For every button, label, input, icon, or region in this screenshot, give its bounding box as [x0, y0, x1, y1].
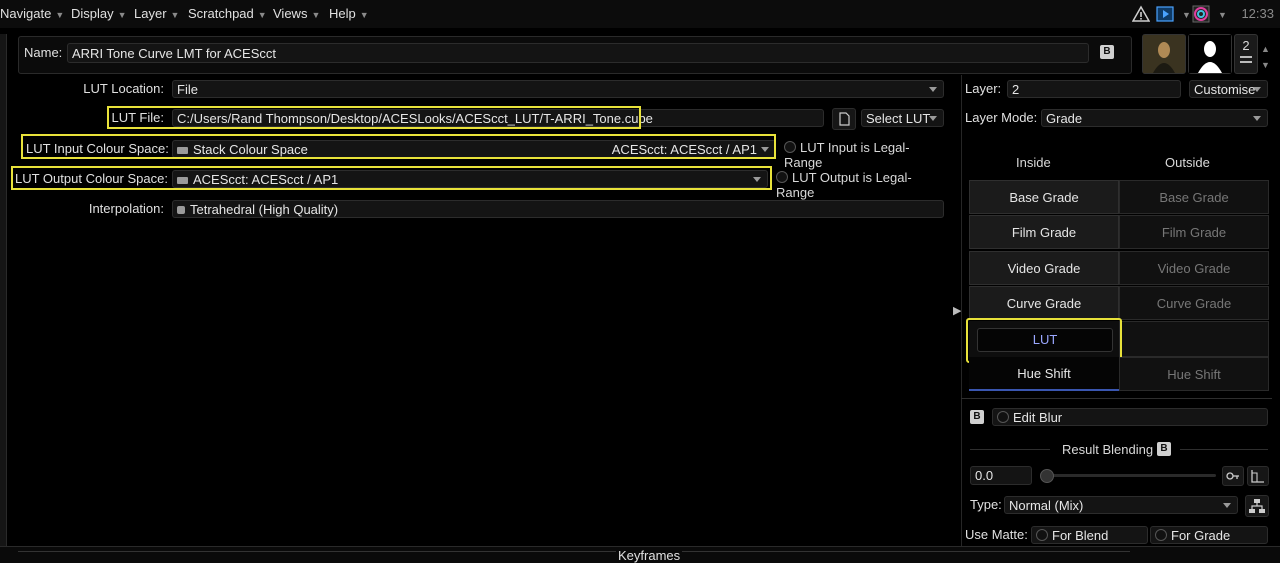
play-monitor-icon[interactable]: [1156, 5, 1174, 23]
thumbnail-mona-lisa[interactable]: [1142, 34, 1186, 74]
blend-value-input[interactable]: 0.0: [970, 466, 1032, 485]
radio-icon: [1036, 529, 1048, 541]
for-grade-toggle[interactable]: For Grade: [1150, 526, 1268, 544]
name-input[interactable]: ARRI Tone Curve LMT for ACEScct: [67, 43, 1089, 63]
interpolation-label: Interpolation:: [88, 201, 164, 216]
menu-navigate[interactable]: Navigate ▼: [0, 6, 64, 21]
type-label: Type:: [970, 497, 1002, 512]
version-count-button[interactable]: 2: [1234, 34, 1258, 74]
thumbnail-scroll-up-icon[interactable]: ▲: [1261, 44, 1270, 54]
use-matte-label: Use Matte:: [965, 527, 1028, 542]
left-edge-handle[interactable]: [0, 34, 7, 554]
outside-base-grade[interactable]: Base Grade: [1119, 180, 1269, 214]
thumbnail-scroll-down-icon[interactable]: ▼: [1261, 60, 1270, 70]
lut-input-legal-range-toggle[interactable]: LUT Input is Legal-Range: [784, 140, 944, 170]
clock: 12:33: [1241, 6, 1274, 21]
select-lut-dropdown[interactable]: Select LUT: [861, 109, 944, 127]
blend-slider-handle[interactable]: [1040, 469, 1054, 483]
lut-input-highlight: [21, 134, 776, 159]
key-button[interactable]: [1222, 466, 1244, 486]
layer-input[interactable]: 2: [1007, 80, 1181, 98]
layer-mode-label: Layer Mode:: [965, 110, 1038, 125]
hierarchy-button[interactable]: [1245, 495, 1269, 517]
divider-left: [970, 449, 1050, 450]
radio-icon: [1155, 529, 1167, 541]
outside-film-grade[interactable]: Film Grade: [1119, 215, 1269, 249]
lut-location-label: LUT Location:: [83, 81, 164, 96]
menu-layer[interactable]: Layer ▼: [134, 6, 179, 21]
inside-header: Inside: [1016, 155, 1051, 170]
layer-mode-dropdown[interactable]: Grade: [1041, 109, 1268, 127]
colour-wheel-icon[interactable]: [1192, 5, 1210, 23]
version-count: 2: [1242, 38, 1250, 53]
customise-dropdown[interactable]: Customise: [1189, 80, 1268, 98]
divider-right: [1180, 449, 1268, 450]
keyframes-bar[interactable]: Keyframes: [0, 546, 1280, 563]
layer-label: Layer:: [965, 81, 1002, 96]
blend-slider-track[interactable]: [1040, 474, 1216, 477]
menu-display[interactable]: Display ▼: [71, 6, 127, 21]
browse-file-button[interactable]: [832, 108, 856, 130]
divider: [961, 398, 1272, 399]
edit-blur-toggle[interactable]: Edit Blur: [992, 408, 1268, 426]
menu-views[interactable]: Views ▼: [273, 6, 320, 21]
lut-output-legal-range-toggle[interactable]: LUT Output is Legal-Range: [776, 170, 946, 200]
menu-scratchpad[interactable]: Scratchpad ▼: [188, 6, 267, 21]
inside-base-grade[interactable]: Base Grade: [969, 180, 1119, 214]
name-label: Name:: [24, 45, 63, 60]
inside-film-grade[interactable]: Film Grade: [969, 215, 1119, 249]
list-lines-icon: [1240, 56, 1252, 63]
inside-video-grade[interactable]: Video Grade: [969, 251, 1119, 285]
edit-blur-b-button[interactable]: B: [970, 410, 984, 424]
result-blending-b-button[interactable]: B: [1157, 442, 1171, 456]
outside-lut[interactable]: [1119, 321, 1269, 357]
for-blend-toggle[interactable]: For Blend: [1031, 526, 1148, 544]
colour-wheel-chevron-icon[interactable]: ▼: [1214, 6, 1227, 21]
keyframes-track: [18, 551, 1130, 562]
outside-video-grade[interactable]: Video Grade: [1119, 251, 1269, 285]
name-b-button[interactable]: B: [1100, 45, 1114, 59]
outside-header: Outside: [1165, 155, 1210, 170]
outside-hue-shift[interactable]: Hue Shift: [1119, 357, 1269, 391]
curve-button[interactable]: [1247, 466, 1269, 486]
menu-help[interactable]: Help ▼: [329, 6, 369, 21]
radio-icon: [776, 171, 788, 183]
interpolation-dropdown[interactable]: Tetrahedral (High Quality): [172, 200, 944, 218]
play-monitor-chevron-icon[interactable]: ▼: [1178, 6, 1191, 21]
name-panel: Name: ARRI Tone Curve LMT for ACEScct B: [18, 36, 1132, 74]
inside-hue-shift[interactable]: Hue Shift: [969, 357, 1119, 391]
curve-graph-icon: [1251, 470, 1264, 483]
keyframes-label: Keyframes: [616, 548, 683, 563]
blend-type-dropdown[interactable]: Normal (Mix): [1004, 496, 1238, 514]
lut-output-highlight: [11, 166, 772, 190]
inside-curve-grade[interactable]: Curve Grade: [969, 286, 1119, 320]
radio-icon: [997, 411, 1009, 423]
thumbnail-matte[interactable]: [1188, 34, 1232, 74]
hierarchy-icon: [1249, 499, 1265, 513]
warning-icon[interactable]: [1132, 5, 1150, 23]
outside-curve-grade[interactable]: Curve Grade: [1119, 286, 1269, 320]
result-blending-title: Result Blending: [1062, 442, 1154, 457]
interpolation-icon: [177, 206, 185, 214]
lut-location-dropdown[interactable]: File: [172, 80, 944, 98]
menu-bar: Navigate ▼ Display ▼ Layer ▼ Scratchpad ▼ Vi…: [0, 0, 1280, 28]
lut-file-highlight: [107, 106, 641, 129]
document-icon: [839, 112, 850, 126]
radio-icon: [784, 141, 796, 153]
key-icon: [1226, 472, 1239, 480]
